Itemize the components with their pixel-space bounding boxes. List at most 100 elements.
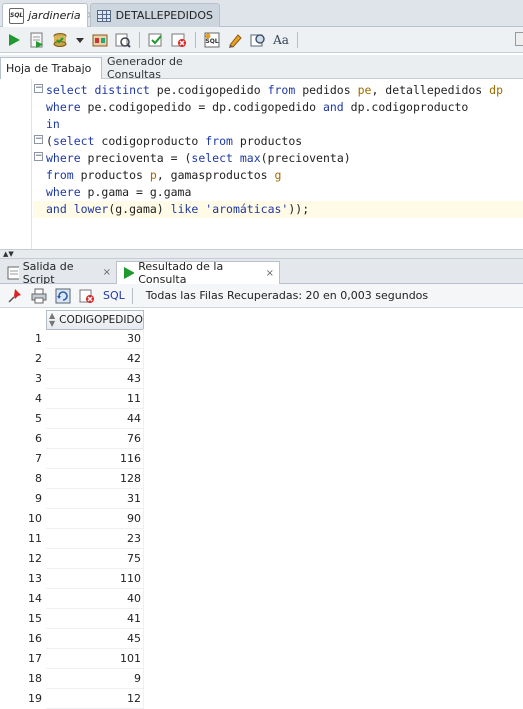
cell-codigopedido[interactable]: 90: [46, 509, 144, 529]
script-output-icon: [7, 266, 19, 279]
explain-plan-button[interactable]: [113, 30, 133, 50]
close-tab-icon[interactable]: ×: [103, 267, 111, 278]
sql-line[interactable]: where p.gama = g.gama: [33, 184, 523, 201]
sql-line[interactable]: select distinct pe.codigopedido from ped…: [33, 82, 523, 99]
find-button[interactable]: [248, 30, 268, 50]
table-row[interactable]: 9 31: [0, 489, 146, 509]
cell-codigopedido[interactable]: 43: [46, 369, 144, 389]
autotrace-button[interactable]: [90, 30, 110, 50]
row-number: 11: [28, 532, 42, 545]
table-row[interactable]: 1 30: [0, 329, 146, 349]
tab-script-output[interactable]: Salida de Script ×: [2, 259, 116, 286]
sql-tuning-button[interactable]: [146, 30, 166, 50]
sql-token: where: [46, 100, 88, 114]
sql-token: from: [205, 134, 240, 148]
run-script-icon: [30, 32, 43, 48]
table-row[interactable]: 19 12: [0, 689, 146, 709]
cell-codigopedido[interactable]: 42: [46, 349, 144, 369]
cell-codigopedido[interactable]: 30: [46, 329, 144, 349]
sql-token: pedidos: [302, 83, 358, 97]
cell-codigopedido[interactable]: 44: [46, 409, 144, 429]
tab-jardineria[interactable]: SQL jardineria ×: [2, 3, 95, 27]
row-number: 3: [35, 372, 42, 385]
cell-codigopedido[interactable]: 23: [46, 529, 144, 549]
table-row[interactable]: 7 116: [0, 449, 146, 469]
run-script-button[interactable]: [27, 30, 47, 50]
tab-detallepedidos[interactable]: DETALLEPEDIDOS: [90, 3, 220, 27]
cell-codigopedido[interactable]: 12: [46, 689, 144, 709]
cell-codigopedido[interactable]: 101: [46, 649, 144, 669]
cell-codigopedido[interactable]: 128: [46, 469, 144, 489]
cell-codigopedido[interactable]: 40: [46, 589, 144, 609]
column-header-codigopedido[interactable]: ▲ ▼ CODIGOPEDIDO: [46, 310, 144, 330]
row-number: 8: [35, 472, 42, 485]
sql-token: pe.codigopedido: [156, 83, 268, 97]
sql-line[interactable]: (select codigoproducto from productos: [33, 133, 523, 150]
row-number: 16: [28, 632, 42, 645]
cell-codigopedido[interactable]: 110: [46, 569, 144, 589]
collapse-arrows-icon[interactable]: ▲▼: [3, 251, 14, 258]
refresh-button[interactable]: [53, 286, 73, 306]
print-button[interactable]: [29, 286, 49, 306]
pin-icon: [8, 288, 21, 303]
cell-codigopedido[interactable]: 75: [46, 549, 144, 569]
sql-line[interactable]: and lower(g.gama) like 'aromáticas'));: [33, 201, 523, 218]
close-tab-icon[interactable]: ×: [266, 268, 274, 279]
sql-token: dp.codigoproducto: [350, 100, 469, 114]
tab-worksheet[interactable]: Hoja de Trabajo: [0, 57, 102, 79]
table-row[interactable]: 15 41: [0, 609, 146, 629]
cell-codigopedido[interactable]: 9: [46, 669, 144, 689]
table-row[interactable]: 17 101: [0, 649, 146, 669]
fetch-status: Todas las Filas Recuperadas: 20 en 0,003…: [145, 289, 429, 302]
sql-history-button[interactable]: SQL: [202, 30, 222, 50]
rollback-dropdown-button[interactable]: [73, 30, 87, 50]
table-row[interactable]: 8 128: [0, 469, 146, 489]
table-row[interactable]: 2 42: [0, 349, 146, 369]
run-statement-button[interactable]: [4, 30, 24, 50]
table-row[interactable]: 3 43: [0, 369, 146, 389]
pin-button[interactable]: [5, 286, 25, 306]
table-row[interactable]: 10 90: [0, 509, 146, 529]
case-toggle-button[interactable]: Aa: [271, 30, 291, 50]
sql-editor[interactable]: − − − select distinct pe.codigopedido fr…: [0, 79, 523, 249]
cell-codigopedido[interactable]: 116: [46, 449, 144, 469]
table-row[interactable]: 12 75: [0, 549, 146, 569]
sql-line[interactable]: where pe.codigopedido = dp.codigopedido …: [33, 99, 523, 116]
sql-token: p: [149, 168, 157, 182]
sql-token: in: [46, 117, 60, 131]
table-row[interactable]: 4 11: [0, 389, 146, 409]
sql-token: like: [170, 202, 206, 216]
cell-codigopedido[interactable]: 41: [46, 609, 144, 629]
cell-codigopedido[interactable]: 45: [46, 629, 144, 649]
column-header-label: CODIGOPEDIDO: [59, 314, 143, 326]
sql-line[interactable]: where precioventa = (select max(preciove…: [33, 150, 523, 167]
table-row[interactable]: 16 45: [0, 629, 146, 649]
table-row[interactable]: 14 40: [0, 589, 146, 609]
sql-line[interactable]: in: [33, 116, 523, 133]
cell-codigopedido[interactable]: 11: [46, 389, 144, 409]
tab-label: jardineria: [28, 9, 81, 22]
table-row[interactable]: 18 9: [0, 669, 146, 689]
panel-edge-icon: [515, 32, 523, 46]
editor-result-splitter[interactable]: ▲▼: [0, 249, 523, 259]
tab-query-builder[interactable]: Generador de Consultas: [102, 55, 232, 81]
sql-token: (precioventa): [260, 151, 351, 165]
sql-link[interactable]: SQL: [103, 289, 125, 302]
sql-line[interactable]: from productos p, gamasproductos g: [33, 167, 523, 184]
table-row[interactable]: 13 110: [0, 569, 146, 589]
sort-arrows-icon[interactable]: ▲ ▼: [49, 312, 55, 328]
sql-worksheet-icon: SQL: [9, 7, 25, 24]
row-number: 6: [35, 432, 42, 445]
table-row[interactable]: 5 44: [0, 409, 146, 429]
tab-label: Salida de Script: [22, 259, 74, 286]
clear-results-button[interactable]: [169, 30, 189, 50]
cancel-button[interactable]: [77, 286, 97, 306]
table-row[interactable]: 11 23: [0, 529, 146, 549]
cell-codigopedido[interactable]: 31: [46, 489, 144, 509]
commit-button[interactable]: [50, 30, 70, 50]
format-sql-button[interactable]: [225, 30, 245, 50]
table-row[interactable]: 6 76: [0, 429, 146, 449]
tab-query-result[interactable]: Resultado de la Consulta ×: [116, 260, 280, 286]
result-grid[interactable]: ▲ ▼ CODIGOPEDIDO 1 30 2 42 3 43 4 11 5 44 6 76 7 116 8 1…: [0, 308, 523, 709]
cell-codigopedido[interactable]: 76: [46, 429, 144, 449]
